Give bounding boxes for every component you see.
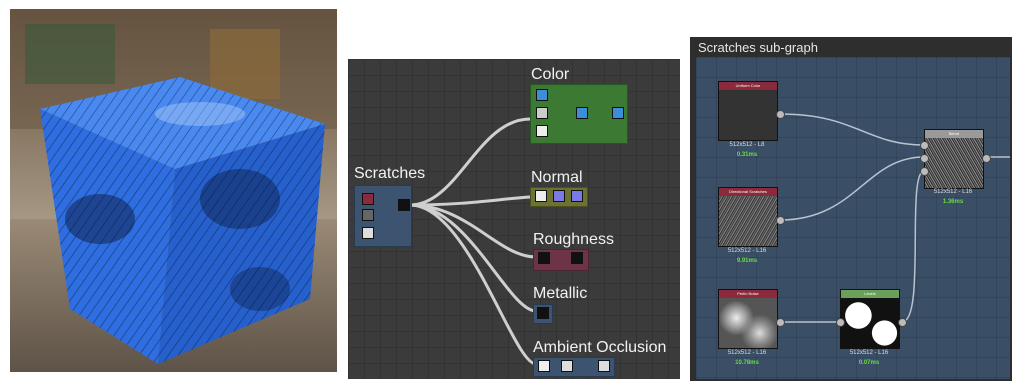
blend-foreground-port[interactable] [920,141,929,150]
perlin-noise-output-port[interactable] [776,318,785,327]
ao-output-node[interactable] [598,360,610,372]
blend-time: 1.36ms [942,199,964,205]
blend-output-port[interactable] [982,154,991,163]
subgraph-title: Scratches sub-graph [698,40,818,55]
perlin-noise-node[interactable]: Perlin Noise [718,289,778,349]
color-node-c[interactable] [536,125,548,137]
color-node-b[interactable] [536,107,548,119]
uniform-color-output-port[interactable] [776,110,785,119]
color-blend-node[interactable] [576,107,588,119]
color-node-a[interactable] [536,89,548,101]
directional-scratches-output-port[interactable] [776,216,785,225]
uniform-color-node[interactable]: Uniform Color [718,81,778,141]
perlin-noise-resolution: 512x512 - L16 [727,350,767,356]
uniform-color-header: Uniform Color [719,82,777,90]
frame-title-normal: Normal [531,169,583,186]
directional-scratches-time: 9.91ms [736,258,758,264]
frame-title-roughness: Roughness [533,231,614,248]
levels-node[interactable]: Levels [840,289,900,349]
blend-header: Blend [925,130,983,138]
normal-node-a[interactable] [535,190,547,202]
roughness-output-node[interactable] [571,252,583,264]
cube-render [10,9,337,372]
subgraph-panel[interactable]: Scratches sub-graph Uniform Color 512x51… [690,37,1012,381]
normal-output-node[interactable] [571,190,583,202]
blend-opacity-port[interactable] [920,167,929,176]
material-graph-canvas[interactable]: Scratches Color Normal Roughness Metalli… [348,59,680,379]
uniform-color-resolution: 512x512 - L8 [729,142,765,148]
perlin-noise-header: Perlin Noise [719,290,777,298]
levels-time: 0.07ms [858,360,880,366]
scratches-node-b[interactable] [362,209,374,221]
roughness-node-a[interactable] [538,252,550,264]
uniform-color-time: 0.31ms [736,152,758,158]
levels-output-port[interactable] [898,318,907,327]
ao-node-b[interactable] [561,360,573,372]
color-output-node[interactable] [612,107,624,119]
frame-title-color: Color [531,66,570,83]
levels-header: Levels [841,290,899,298]
directional-scratches-node[interactable]: Directional Scratches [718,187,778,247]
metallic-output-node[interactable] [537,307,549,319]
directional-scratches-header: Directional Scratches [719,188,777,196]
perlin-noise-time: 10.78ms [735,360,759,366]
blend-background-port[interactable] [920,154,929,163]
blend-resolution: 512x512 - L16 [933,189,973,195]
directional-scratches-resolution: 512x512 - L16 [727,248,767,254]
material-preview-image [10,9,337,372]
levels-input-port[interactable] [836,318,845,327]
subgraph-canvas[interactable]: Uniform Color 512x512 - L8 0.31ms Direct… [696,57,1010,379]
blend-node[interactable]: Blend [924,129,984,189]
scratches-output-node[interactable] [398,199,410,211]
scratches-node-a[interactable] [362,193,374,205]
normal-node-b[interactable] [553,190,565,202]
levels-resolution: 512x512 - L16 [849,350,889,356]
frame-title-metallic: Metallic [533,285,588,302]
scratches-node-c[interactable] [362,227,374,239]
frame-title-scratches: Scratches [354,165,426,182]
frame-title-ambient-occlusion: Ambient Occlusion [533,339,667,356]
ao-node-a[interactable] [538,360,550,372]
